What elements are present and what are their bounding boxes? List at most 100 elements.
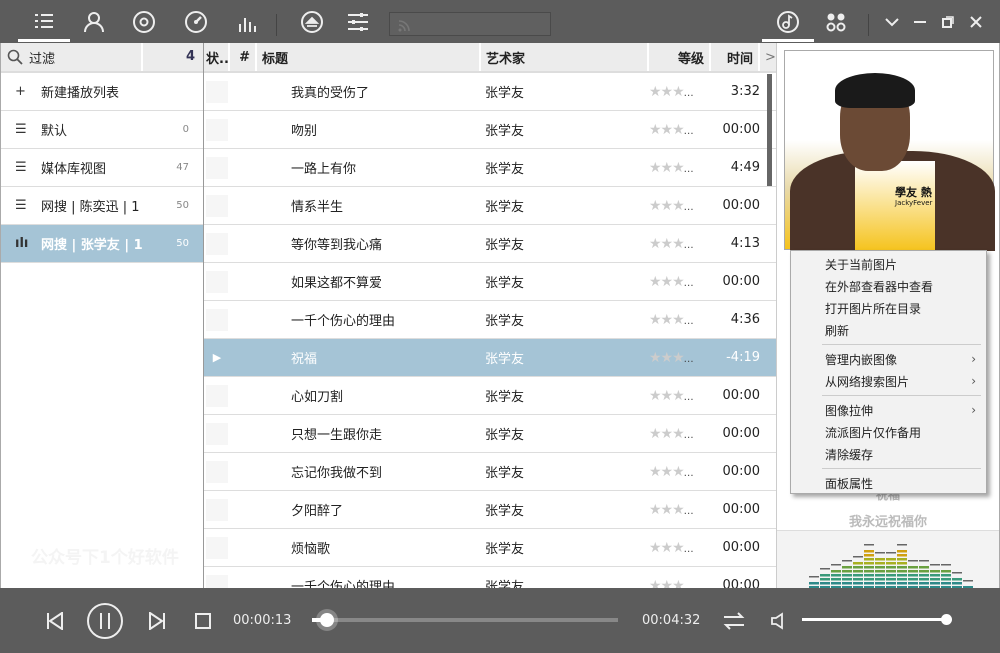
playlist-item[interactable]: ☰ 网搜 | 陈奕迅 | 1 50 — [1, 187, 203, 225]
spectrum-segment — [864, 554, 874, 557]
menu-item[interactable]: 清除缓存 — [791, 443, 986, 465]
spectrum-segment — [875, 570, 885, 573]
table-row[interactable]: 吻别 张学友 ★★★… 00:00 — [204, 111, 776, 149]
spectrum-segment — [886, 578, 896, 581]
spectrum-segment — [864, 562, 874, 565]
shuffle-button[interactable] — [720, 588, 748, 653]
star-icon: ★★★ — [649, 501, 685, 518]
rating-stars[interactable]: ★★★… — [649, 502, 711, 518]
seek-slider[interactable] — [312, 613, 618, 627]
pause-button[interactable] — [86, 588, 124, 653]
tab-artist[interactable] — [68, 0, 120, 43]
rating-stars[interactable]: ★★★… — [649, 274, 711, 290]
tab-spectrum[interactable] — [222, 0, 274, 43]
rating-stars[interactable]: ★★★… — [649, 236, 711, 252]
close-button[interactable] — [962, 0, 990, 43]
menu-item[interactable]: 在外部查看器中查看 — [791, 275, 986, 297]
ellipsis: … — [683, 163, 694, 175]
tab-album[interactable] — [118, 0, 170, 43]
col-status[interactable]: 状.. — [204, 43, 230, 71]
filter-bar[interactable]: 过滤 4 — [1, 43, 203, 73]
previous-button[interactable] — [42, 588, 68, 653]
table-row[interactable]: 情系半生 张学友 ★★★… 00:00 — [204, 187, 776, 225]
time-cell: 4:13 — [730, 236, 760, 251]
filter-label: 过滤 — [29, 51, 56, 67]
rating-stars[interactable]: ★★★… — [649, 122, 711, 138]
volume-slider[interactable] — [802, 614, 952, 625]
tab-equalizer[interactable] — [332, 0, 384, 43]
title-cell: 忘记你我做不到 — [291, 466, 383, 481]
playlist-name: 网搜 | 张学友 | 1 — [41, 238, 143, 253]
music-note-tab[interactable] — [762, 0, 814, 43]
spectrum-segment — [853, 582, 863, 585]
star-icon: ★★★ — [649, 159, 685, 176]
spectrum-peak — [919, 560, 929, 562]
playlist-item[interactable]: ☰ 媒体库视图 47 — [1, 149, 203, 187]
minimize-button[interactable] — [906, 0, 934, 43]
col-time[interactable]: 时间 — [711, 43, 760, 71]
table-row[interactable]: 如果这都不算爱 张学友 ★★★… 00:00 — [204, 263, 776, 301]
spectrum-segment — [864, 578, 874, 581]
spectrum-segment — [886, 574, 896, 577]
total-time: 00:04:32 — [642, 613, 701, 628]
next-button[interactable] — [144, 588, 170, 653]
rating-stars[interactable]: ★★★… — [649, 160, 711, 176]
col-artist[interactable]: 艺术家 — [481, 43, 649, 71]
table-row[interactable]: 心如刀割 张学友 ★★★… 00:00 — [204, 377, 776, 415]
table-row[interactable]: 忘记你我做不到 张学友 ★★★… 00:00 — [204, 453, 776, 491]
col-more-button[interactable]: > — [760, 43, 776, 71]
rating-stars[interactable]: ★★★… — [649, 464, 711, 480]
rating-stars[interactable]: ★★★… — [649, 578, 711, 589]
rating-stars[interactable]: ★★★… — [649, 198, 711, 214]
col-rating[interactable]: 等级 — [649, 43, 711, 71]
stop-button[interactable] — [192, 588, 214, 653]
mute-button[interactable] — [768, 588, 790, 653]
menu-item[interactable]: 从网络搜索图片 › — [791, 370, 986, 392]
table-row[interactable]: 一千个伤心的理由 张学友 ★★★… 00:00 — [204, 567, 776, 588]
player-bar: 00:00:13 00:04:32 — [0, 588, 1000, 653]
spectrum-segment — [897, 574, 907, 577]
table-row[interactable]: 夕阳醉了 张学友 ★★★… 00:00 — [204, 491, 776, 529]
spectrum-segment — [886, 570, 896, 573]
col-title[interactable]: 标题 — [257, 43, 481, 71]
album-art[interactable]: 學友 熱 JackyFever — [784, 50, 995, 251]
table-row[interactable]: 烦恼歌 张学友 ★★★… 00:00 — [204, 529, 776, 567]
scrollbar[interactable] — [767, 74, 772, 186]
search-input[interactable] — [389, 12, 551, 36]
menu-item[interactable]: 面板属性 — [791, 472, 986, 494]
rating-stars[interactable]: ★★★… — [649, 312, 711, 328]
playlist-item[interactable]: ılı 网搜 | 张学友 | 1 50 — [1, 225, 203, 263]
playlist-name: 默认 — [41, 124, 68, 139]
menu-item[interactable]: 图像拉伸 › — [791, 399, 986, 421]
col-number[interactable]: # — [230, 43, 257, 71]
table-row[interactable]: 等你等到我心痛 张学友 ★★★… 4:13 — [204, 225, 776, 263]
table-row[interactable]: 只想一生跟你走 张学友 ★★★… 00:00 — [204, 415, 776, 453]
spectrum-segment — [908, 582, 918, 585]
playlist-item[interactable]: ☰ 默认 0 — [1, 111, 203, 149]
table-row[interactable]: 我真的受伤了 张学友 ★★★… 3:32 — [204, 73, 776, 111]
playlist-name: 网搜 | 陈奕迅 | 1 — [41, 200, 140, 215]
table-row[interactable]: 一路上有你 张学友 ★★★… 4:49 — [204, 149, 776, 187]
menu-button[interactable] — [878, 0, 906, 43]
menu-item-label: 关于当前图片 — [825, 257, 898, 272]
panels-tab[interactable] — [810, 0, 862, 43]
spectrum-segment — [886, 558, 896, 561]
ellipsis: … — [683, 277, 694, 289]
tab-playlist[interactable] — [18, 0, 70, 43]
rating-stars[interactable]: ★★★… — [649, 426, 711, 442]
rating-stars[interactable]: ★★★… — [649, 84, 711, 100]
rating-stars[interactable]: ★★★… — [649, 388, 711, 404]
table-row[interactable]: 一千个伤心的理由 张学友 ★★★… 4:36 — [204, 301, 776, 339]
menu-item[interactable]: 管理内嵌图像 › — [791, 348, 986, 370]
tab-genre[interactable] — [170, 0, 222, 43]
playlist-item[interactable]: + 新建播放列表 — [1, 73, 203, 111]
menu-item[interactable]: 打开图片所在目录 — [791, 297, 986, 319]
menu-item[interactable]: 刷新 — [791, 319, 986, 341]
table-row[interactable]: ▶ 祝福 张学友 ★★★… -4:19 — [204, 339, 776, 377]
menu-item[interactable]: 关于当前图片 — [791, 253, 986, 275]
restore-button[interactable] — [934, 0, 962, 43]
tab-eject[interactable] — [286, 0, 338, 43]
menu-item[interactable]: 流派图片仅作备用 — [791, 421, 986, 443]
rating-stars[interactable]: ★★★… — [649, 350, 711, 366]
rating-stars[interactable]: ★★★… — [649, 540, 711, 556]
